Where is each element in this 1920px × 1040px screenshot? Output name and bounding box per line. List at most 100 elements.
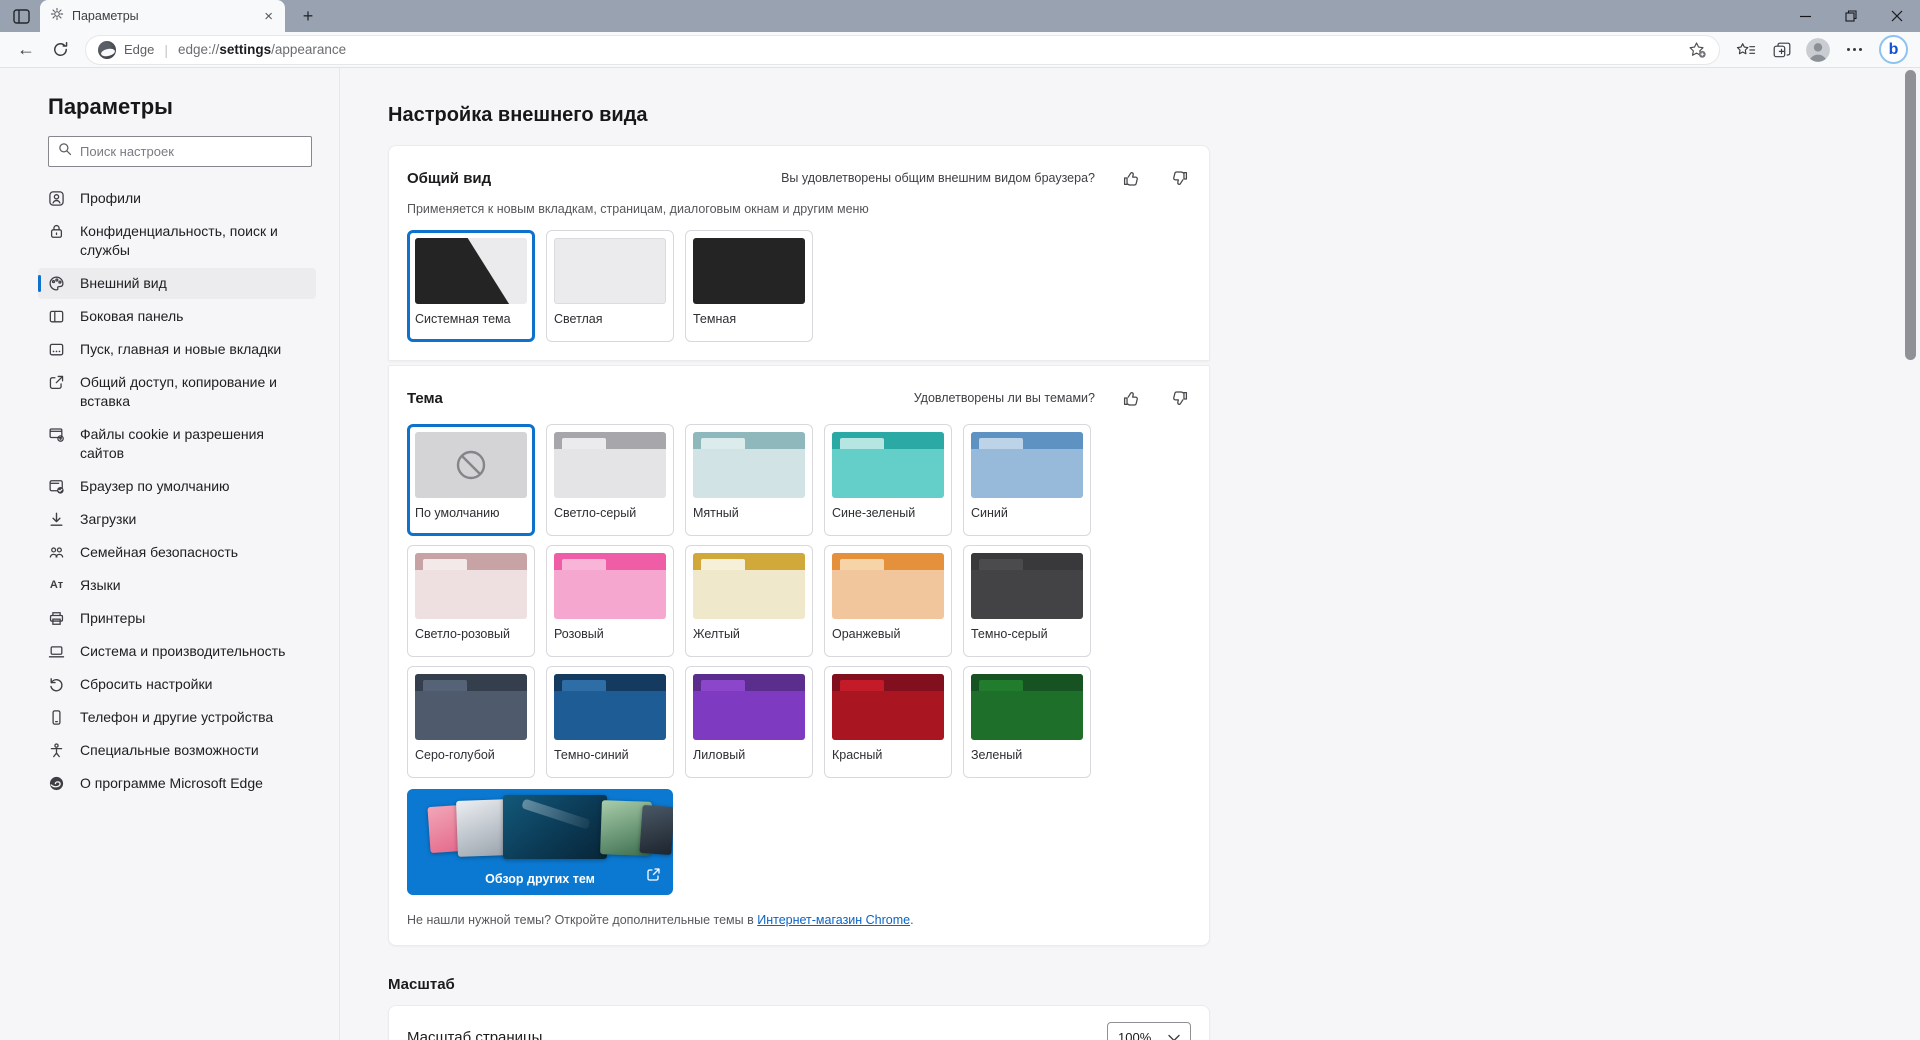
page-zoom-select[interactable]: 100% bbox=[1107, 1022, 1191, 1040]
new-tab-button[interactable]: + bbox=[296, 5, 320, 27]
gear-icon bbox=[50, 7, 64, 26]
theme-option[interactable]: Лиловый bbox=[685, 666, 813, 778]
sidebar-item-printers[interactable]: Принтеры bbox=[38, 603, 316, 634]
prohibition-icon bbox=[452, 446, 490, 484]
search-input[interactable] bbox=[80, 144, 302, 159]
sidebar-item-phone-devices[interactable]: Телефон и другие устройства bbox=[38, 702, 316, 733]
theme-option[interactable]: Желтый bbox=[685, 545, 813, 657]
thumbs-down-icon[interactable] bbox=[1167, 386, 1191, 410]
no-theme-swatch bbox=[415, 432, 527, 498]
zoom-section-heading: Масштаб bbox=[388, 976, 1920, 993]
sidebar-item-sidebar[interactable]: Боковая панель bbox=[38, 301, 316, 332]
appearance-option-light[interactable]: Светлая bbox=[546, 230, 674, 342]
theme-section-label: Тема bbox=[407, 390, 443, 407]
thumbs-down-icon[interactable] bbox=[1167, 166, 1191, 190]
default-browser-icon bbox=[48, 478, 65, 495]
theme-option[interactable]: Темно-синий bbox=[546, 666, 674, 778]
family-icon bbox=[48, 544, 65, 561]
settings-sidebar: Параметры Профили Конфиденциальность, по… bbox=[0, 68, 340, 1040]
thumbs-up-icon[interactable] bbox=[1119, 386, 1143, 410]
theme-card: Тема Удовлетворены ли вы темами? bbox=[388, 365, 1210, 946]
theme-option[interactable]: Зеленый bbox=[963, 666, 1091, 778]
sidebar-item-label: Внешний вид bbox=[80, 274, 167, 293]
sidebar-item-label: Сбросить настройки bbox=[80, 675, 212, 694]
page-title: Настройка внешнего вида bbox=[388, 104, 1920, 127]
restore-button[interactable] bbox=[1828, 0, 1874, 32]
system-theme-swatch bbox=[415, 238, 527, 304]
theme-option[interactable]: Синий bbox=[963, 424, 1091, 536]
sidebar-item-family-safety[interactable]: Семейная безопасность bbox=[38, 537, 316, 568]
theme-option[interactable]: Красный bbox=[824, 666, 952, 778]
refresh-icon[interactable] bbox=[46, 36, 74, 64]
tab-actions-menu-icon[interactable] bbox=[10, 7, 32, 25]
close-window-button[interactable] bbox=[1874, 0, 1920, 32]
search-icon bbox=[58, 142, 72, 161]
sidebar-item-languages[interactable]: Ат Языки bbox=[38, 570, 316, 601]
sidebar-menu: Профили Конфиденциальность, поиск и служ… bbox=[38, 183, 316, 799]
back-icon[interactable]: ← bbox=[12, 36, 40, 64]
appearance-option-system[interactable]: Системная тема bbox=[407, 230, 535, 342]
external-link-icon bbox=[646, 867, 661, 887]
sidebar-item-downloads[interactable]: Загрузки bbox=[38, 504, 316, 535]
theme-option[interactable]: Серо-голубой bbox=[407, 666, 535, 778]
dark-theme-swatch bbox=[693, 238, 805, 304]
browser-tab[interactable]: Параметры × bbox=[40, 0, 285, 32]
sidebar-item-start-home-tabs[interactable]: Пуск, главная и новые вкладки bbox=[38, 334, 316, 365]
sidebar-item-label: Конфиденциальность, поиск и службы bbox=[80, 222, 306, 260]
sidebar-item-default-browser[interactable]: Браузер по умолчанию bbox=[38, 471, 316, 502]
sidebar-item-accessibility[interactable]: Специальные возможности bbox=[38, 735, 316, 766]
browse-themes-banner[interactable]: Обзор других тем bbox=[407, 789, 673, 895]
sidebar-item-appearance[interactable]: Внешний вид bbox=[38, 268, 316, 299]
general-appearance-card: Общий вид Вы удовлетворены общим внешним… bbox=[388, 145, 1210, 361]
bing-chat-icon[interactable]: b bbox=[1879, 35, 1908, 64]
theme-option[interactable]: Мятный bbox=[685, 424, 813, 536]
theme-option[interactable]: Светло-розовый bbox=[407, 545, 535, 657]
minimize-button[interactable] bbox=[1782, 0, 1828, 32]
sidebar-panel-icon bbox=[48, 308, 65, 325]
theme-option-default[interactable]: По умолчанию bbox=[407, 424, 535, 536]
chrome-web-store-link[interactable]: Интернет-магазин Chrome bbox=[757, 913, 910, 927]
sidebar-item-cookies-permissions[interactable]: Файлы cookie и разрешения сайтов bbox=[38, 419, 316, 469]
theme-option[interactable]: Светло-серый bbox=[546, 424, 674, 536]
sidebar-item-label: Боковая панель bbox=[80, 307, 183, 326]
url-separator: | bbox=[164, 42, 168, 58]
url-bar[interactable]: Edge | edge://settings/appearance bbox=[86, 36, 1719, 64]
tab-close-icon[interactable]: × bbox=[262, 9, 275, 24]
theme-thumbnail bbox=[503, 795, 607, 859]
sidebar-item-label: О программе Microsoft Edge bbox=[80, 774, 263, 793]
favorites-icon[interactable] bbox=[1731, 35, 1761, 65]
sidebar-item-reset-settings[interactable]: Сбросить настройки bbox=[38, 669, 316, 700]
browser-toolbar: ← Edge | edge://settings/appearance b bbox=[0, 32, 1920, 68]
sidebar-item-label: Общий доступ, копирование и вставка bbox=[80, 373, 306, 411]
theme-option[interactable]: Темно-серый bbox=[963, 545, 1091, 657]
sidebar-item-label: Принтеры bbox=[80, 609, 145, 628]
scrollbar[interactable] bbox=[1905, 70, 1916, 360]
settings-search[interactable] bbox=[48, 136, 312, 167]
printer-icon bbox=[48, 610, 65, 627]
laptop-icon bbox=[48, 643, 65, 660]
sidebar-item-share-copy-paste[interactable]: Общий доступ, копирование и вставка bbox=[38, 367, 316, 417]
sidebar-item-label: Загрузки bbox=[80, 510, 136, 529]
theme-option[interactable]: Сине-зеленый bbox=[824, 424, 952, 536]
sidebar-item-label: Профили bbox=[80, 189, 141, 208]
tab-title: Параметры bbox=[72, 9, 254, 23]
light-theme-swatch bbox=[554, 238, 666, 304]
theme-feedback-question: Удовлетворены ли вы темами? bbox=[914, 391, 1095, 405]
appearance-option-dark[interactable]: Темная bbox=[685, 230, 813, 342]
sidebar-item-profiles[interactable]: Профили bbox=[38, 183, 316, 214]
sidebar-item-system-performance[interactable]: Система и производительность bbox=[38, 636, 316, 667]
add-favorite-icon[interactable] bbox=[1688, 41, 1707, 59]
general-section-label: Общий вид bbox=[407, 170, 491, 187]
sidebar-item-label: Браузер по умолчанию bbox=[80, 477, 230, 496]
phone-icon bbox=[48, 709, 65, 726]
settings-main: Настройка внешнего вида Общий вид Вы удо… bbox=[340, 68, 1920, 1040]
collections-icon[interactable] bbox=[1767, 35, 1797, 65]
sidebar-item-about-edge[interactable]: О программе Microsoft Edge bbox=[38, 768, 316, 799]
thumbs-up-icon[interactable] bbox=[1119, 166, 1143, 190]
settings-menu-icon[interactable] bbox=[1839, 35, 1869, 65]
profile-avatar[interactable] bbox=[1803, 35, 1833, 65]
sidebar-item-privacy[interactable]: Конфиденциальность, поиск и службы bbox=[38, 216, 316, 266]
theme-option[interactable]: Оранжевый bbox=[824, 545, 952, 657]
palette-icon bbox=[48, 275, 65, 292]
theme-option[interactable]: Розовый bbox=[546, 545, 674, 657]
